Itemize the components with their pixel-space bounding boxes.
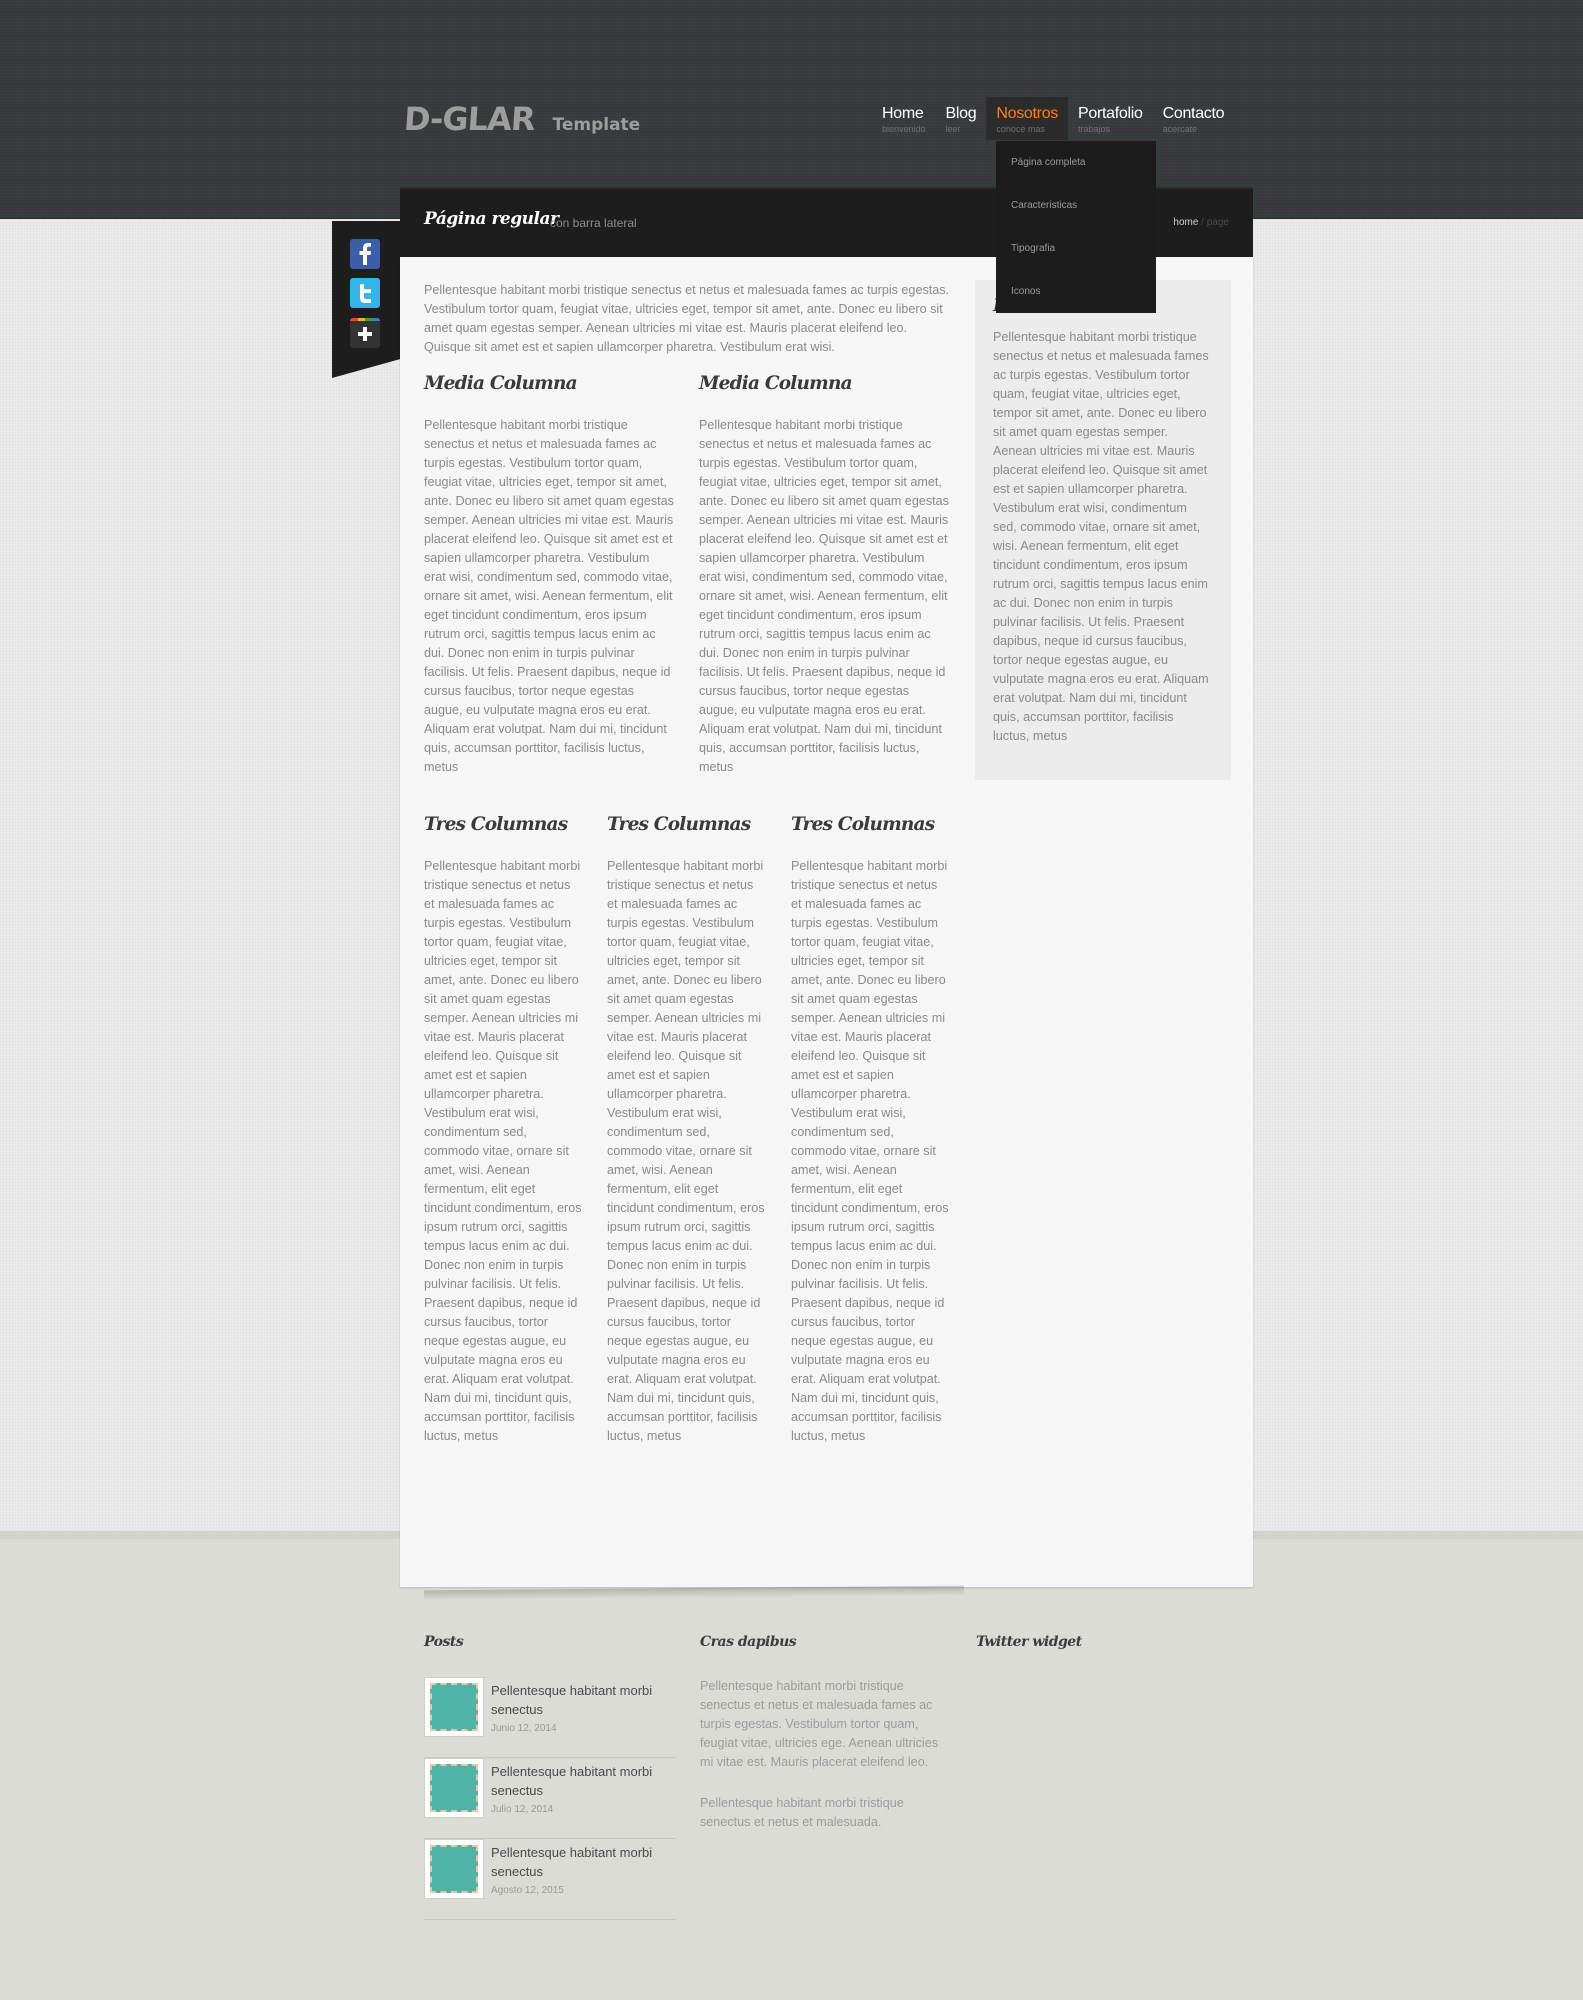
post-date: Agosto 12, 2015 <box>491 1885 564 1896</box>
column-text: Pellentesque habitant morbi tristique se… <box>424 418 674 774</box>
half-column-2: Media Columna Pellentesque habitant morb… <box>699 373 949 777</box>
nav-portafolio[interactable]: Portafolio trabajos <box>1068 97 1153 140</box>
third-column-3: Tres Columnas Pellentesque habitant morb… <box>791 814 949 1446</box>
column-heading: Media Columna <box>699 373 853 394</box>
post-title[interactable]: Pellentesque habitant morbi senectus <box>491 1762 671 1800</box>
breadcrumb-separator: / <box>1198 217 1207 228</box>
column-heading: Tres Columnas <box>791 814 935 835</box>
third-column-2: Tres Columnas Pellentesque habitant morb… <box>607 814 765 1446</box>
nav-label: Home <box>882 105 924 122</box>
nav-nosotros[interactable]: Nosotros conoce mas <box>986 97 1068 140</box>
breadcrumb: home / page <box>1173 217 1229 228</box>
nav-label: Nosotros <box>996 105 1058 122</box>
column-text: Pellentesque habitant morbi tristique se… <box>791 859 949 1443</box>
footer-middle-heading: Cras dapibus <box>700 1634 797 1650</box>
main-nav: Home bienvenido Blog leer Nosotros conoc… <box>872 97 1234 140</box>
column-heading: Media Columna <box>424 373 578 394</box>
post-thumbnail[interactable] <box>424 1758 484 1818</box>
sidebar-box: B Pellentesque habitant morbi tristique … <box>975 280 1231 780</box>
post-thumbnail[interactable] <box>424 1677 484 1737</box>
dropdown-item-iconos[interactable]: Iconos <box>996 270 1156 313</box>
bird-stamp-icon <box>430 1764 478 1812</box>
column-heading: Tres Columnas <box>607 814 751 835</box>
nav-contacto[interactable]: Contacto acercate <box>1153 97 1235 140</box>
dropdown-item-tipografia[interactable]: Tipografia <box>996 227 1156 270</box>
footer-middle-text-2: Pellentesque habitant morbi tristique se… <box>700 1796 904 1829</box>
dropdown-item-pagina-completa[interactable]: Página completa <box>996 141 1156 184</box>
nav-sublabel: conoce mas <box>996 124 1045 134</box>
sidebar-text: Pellentesque habitant morbi tristique se… <box>993 330 1209 743</box>
breadcrumb-home[interactable]: home <box>1173 217 1198 228</box>
nav-blog[interactable]: Blog leer <box>936 97 987 140</box>
nav-sublabel: bienvenido <box>882 124 926 134</box>
footer-post[interactable]: Pellentesque habitant morbi senectus Jun… <box>424 1677 676 1758</box>
nav-home[interactable]: Home bienvenido <box>872 97 936 140</box>
facebook-icon[interactable] <box>350 239 380 269</box>
page-subtitle: con barra lateral <box>550 216 637 230</box>
intro-text: Pellentesque habitant morbi tristique se… <box>424 283 950 354</box>
footer-posts-heading: Posts <box>424 1634 464 1650</box>
add-icon[interactable] <box>350 318 380 348</box>
nav-sublabel: acercate <box>1162 124 1198 134</box>
post-date: Julio 12, 2014 <box>491 1804 554 1815</box>
nav-label: Blog <box>945 105 977 122</box>
breadcrumb-current: page <box>1206 217 1229 228</box>
third-column-1: Tres Columnas Pellentesque habitant morb… <box>424 814 582 1446</box>
nav-sublabel: leer <box>945 124 961 134</box>
nav-label: Portafolio <box>1078 105 1143 122</box>
page-title: Página regular <box>424 209 559 229</box>
bird-stamp-icon <box>430 1683 478 1731</box>
dropdown-item-caracteristicas[interactable]: Caracteristicas <box>996 184 1156 227</box>
twitter-icon[interactable] <box>350 278 380 308</box>
footer-middle-text: Pellentesque habitant morbi tristique se… <box>700 1679 939 1769</box>
bird-stamp-icon <box>430 1845 478 1893</box>
footer-twitter-heading: Twitter widget <box>976 1634 1082 1650</box>
logo-tagline: Template <box>552 115 641 135</box>
nav-sublabel: trabajos <box>1078 124 1111 134</box>
panel-shadow <box>424 1585 964 1601</box>
column-text: Pellentesque habitant morbi tristique se… <box>607 859 765 1443</box>
column-text: Pellentesque habitant morbi tristique se… <box>424 859 582 1443</box>
post-date: Junio 12, 2014 <box>491 1723 557 1734</box>
logo[interactable]: D-GLAR Template <box>402 100 641 138</box>
logo-mark: D-GLAR <box>402 100 536 138</box>
post-thumbnail[interactable] <box>424 1839 484 1899</box>
post-title[interactable]: Pellentesque habitant morbi senectus <box>491 1843 671 1881</box>
footer-post[interactable]: Pellentesque habitant morbi senectus Ago… <box>424 1839 676 1920</box>
nosotros-dropdown: Página completa Caracteristicas Tipograf… <box>996 141 1156 313</box>
half-column-1: Media Columna Pellentesque habitant morb… <box>424 373 674 777</box>
footer-post[interactable]: Pellentesque habitant morbi senectus Jul… <box>424 1758 676 1839</box>
post-title[interactable]: Pellentesque habitant morbi senectus <box>491 1681 671 1719</box>
column-heading: Tres Columnas <box>424 814 568 835</box>
nav-label: Contacto <box>1162 105 1225 122</box>
column-text: Pellentesque habitant morbi tristique se… <box>699 418 949 774</box>
social-bar <box>332 221 400 378</box>
